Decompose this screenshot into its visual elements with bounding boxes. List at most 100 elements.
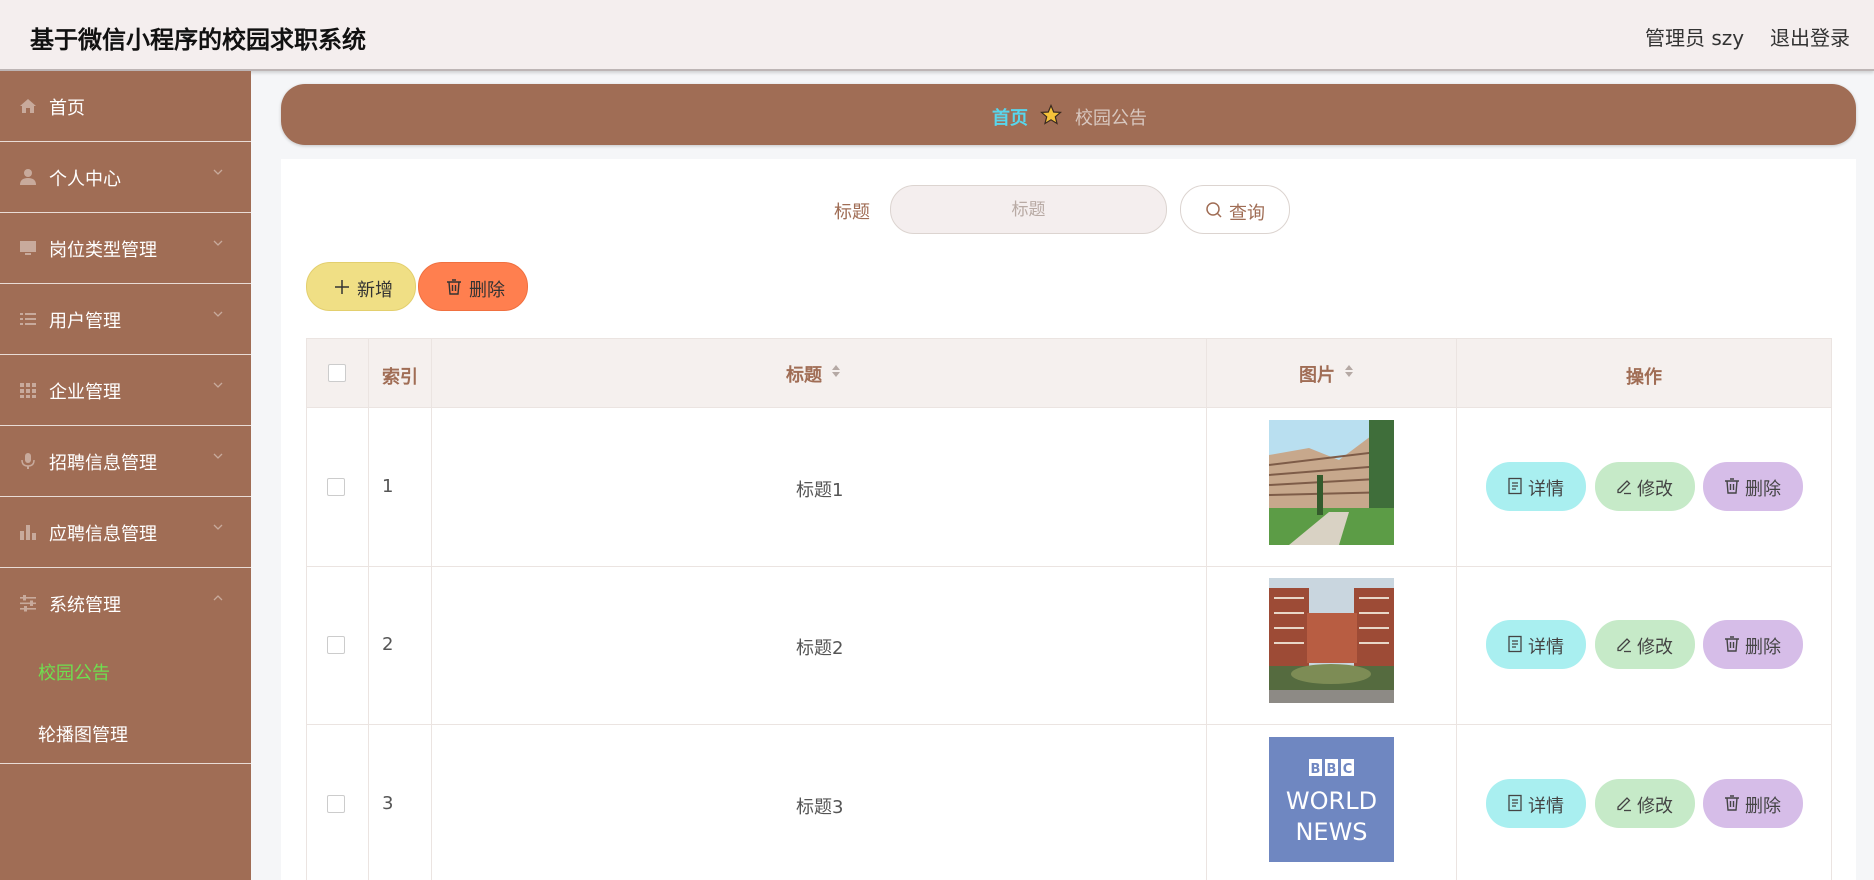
row-title: 标题3 — [796, 797, 844, 818]
breadcrumb: 首页 校园公告 — [281, 84, 1856, 145]
sidebar-subitem-campus-notice[interactable]: 校园公告 — [38, 659, 110, 685]
row-checkbox[interactable] — [327, 478, 345, 496]
edit-icon — [1617, 638, 1631, 653]
add-button-label: 新增 — [357, 280, 393, 301]
row-delete-button[interactable]: 删除 — [1703, 462, 1803, 511]
campus-plaza-photo[interactable] — [1269, 578, 1394, 703]
trash-icon — [1725, 636, 1739, 652]
logo-word-world: WORLD — [1286, 787, 1377, 815]
sidebar-item-label: 系统管理 — [49, 595, 121, 616]
sidebar-divider — [0, 763, 251, 764]
table-header: 索引 标题 图片 操作 — [306, 338, 1832, 408]
list-icon — [20, 313, 36, 325]
column-header-actions: 操作 — [1626, 367, 1662, 388]
search-icon — [1206, 202, 1222, 218]
logo-letter: B — [1327, 762, 1337, 777]
bbc-world-news-logo[interactable]: B B C WORLD NEWS — [1269, 737, 1394, 862]
sidebar-item-personal-center[interactable]: 个人中心 — [0, 142, 251, 213]
table-grid-line — [1456, 338, 1457, 880]
edit-button-label: 修改 — [1637, 479, 1673, 500]
edit-button[interactable]: 修改 — [1595, 779, 1695, 828]
table-grid-line — [431, 338, 432, 880]
microphone-icon — [21, 453, 35, 469]
home-icon — [20, 99, 36, 113]
detail-button-label: 详情 — [1528, 637, 1564, 658]
row-delete-button-label: 删除 — [1745, 637, 1781, 658]
search-button-label: 查询 — [1229, 203, 1265, 224]
row-delete-button-label: 删除 — [1745, 479, 1781, 500]
sidebar-item-users[interactable]: 用户管理 — [0, 284, 251, 355]
edit-button-label: 修改 — [1637, 637, 1673, 658]
document-icon — [1508, 794, 1522, 812]
sidebar-item-companies[interactable]: 企业管理 — [0, 355, 251, 426]
table-row-divider — [306, 566, 1832, 567]
table-row-divider — [306, 724, 1832, 725]
edit-button[interactable]: 修改 — [1595, 620, 1695, 669]
edit-button[interactable]: 修改 — [1595, 462, 1695, 511]
edit-icon — [1617, 480, 1631, 495]
chevron-down-icon — [213, 453, 223, 459]
row-checkbox[interactable] — [327, 636, 345, 654]
monitor-icon — [20, 241, 36, 255]
column-header-title[interactable]: 标题 — [786, 361, 822, 387]
batch-delete-button-label: 删除 — [469, 280, 505, 301]
chevron-down-icon — [213, 240, 223, 246]
add-button[interactable]: 新增 — [306, 262, 416, 311]
sidebar-item-recruitment[interactable]: 招聘信息管理 — [0, 426, 251, 497]
top-header: 基于微信小程序的校园求职系统 管理员 szy 退出登录 — [0, 0, 1874, 71]
row-delete-button-label: 删除 — [1745, 796, 1781, 817]
detail-button-label: 详情 — [1528, 479, 1564, 500]
grid-icon — [20, 383, 36, 398]
detail-button[interactable]: 详情 — [1486, 462, 1586, 511]
search-button[interactable]: 查询 — [1180, 185, 1290, 234]
chevron-up-icon — [213, 595, 223, 601]
logo-letter: C — [1343, 762, 1353, 777]
row-index: 3 — [382, 793, 394, 814]
detail-button-label: 详情 — [1528, 796, 1564, 817]
sidebar-item-label: 首页 — [49, 98, 85, 119]
logout-button[interactable]: 退出登录 — [1770, 22, 1850, 51]
user-icon — [20, 169, 36, 185]
row-index: 2 — [382, 634, 394, 655]
row-delete-button[interactable]: 删除 — [1703, 620, 1803, 669]
admin-username: 管理员 szy — [1645, 26, 1745, 50]
chevron-down-icon — [213, 169, 223, 175]
row-delete-button[interactable]: 删除 — [1703, 779, 1803, 828]
chevron-down-icon — [213, 524, 223, 530]
trash-icon — [1725, 795, 1739, 811]
search-label: 标题 — [834, 202, 870, 223]
sort-icon[interactable] — [830, 362, 842, 380]
sidebar-subitem-carousel[interactable]: 轮播图管理 — [38, 721, 128, 747]
breadcrumb-current: 校园公告 — [1075, 108, 1147, 129]
trash-icon — [1725, 478, 1739, 494]
select-all-checkbox[interactable] — [328, 364, 346, 382]
detail-button[interactable]: 详情 — [1486, 620, 1586, 669]
logo-word-news: NEWS — [1295, 818, 1367, 846]
campus-building-photo[interactable] — [1269, 420, 1394, 545]
breadcrumb-home[interactable]: 首页 — [992, 104, 1028, 130]
row-title: 标题1 — [796, 480, 844, 501]
chevron-down-icon — [213, 382, 223, 388]
sliders-icon — [20, 595, 36, 612]
column-header-image[interactable]: 图片 — [1299, 361, 1335, 387]
plus-icon — [335, 280, 349, 294]
batch-delete-button[interactable]: 删除 — [418, 262, 528, 311]
table-grid-line — [306, 338, 307, 880]
row-title: 标题2 — [796, 638, 844, 659]
document-icon — [1508, 635, 1522, 653]
edit-button-label: 修改 — [1637, 796, 1673, 817]
row-checkbox[interactable] — [327, 795, 345, 813]
star-icon — [1040, 104, 1062, 125]
sidebar: 首页 个人中心 岗位类型管理 用户管理 企业管理 招聘信息管理 应聘信息管理 系… — [0, 71, 251, 880]
bar-chart-icon — [20, 525, 36, 540]
sort-icon[interactable] — [1343, 362, 1355, 380]
sidebar-item-home[interactable]: 首页 — [0, 71, 251, 142]
search-input[interactable] — [890, 185, 1167, 234]
sidebar-item-applications[interactable]: 应聘信息管理 — [0, 497, 251, 568]
table-grid-line — [1831, 338, 1832, 880]
detail-button[interactable]: 详情 — [1486, 779, 1586, 828]
sidebar-item-label: 个人中心 — [49, 169, 121, 190]
sidebar-item-job-types[interactable]: 岗位类型管理 — [0, 213, 251, 284]
trash-icon — [447, 279, 461, 295]
sidebar-item-system[interactable]: 系统管理 — [0, 568, 251, 639]
